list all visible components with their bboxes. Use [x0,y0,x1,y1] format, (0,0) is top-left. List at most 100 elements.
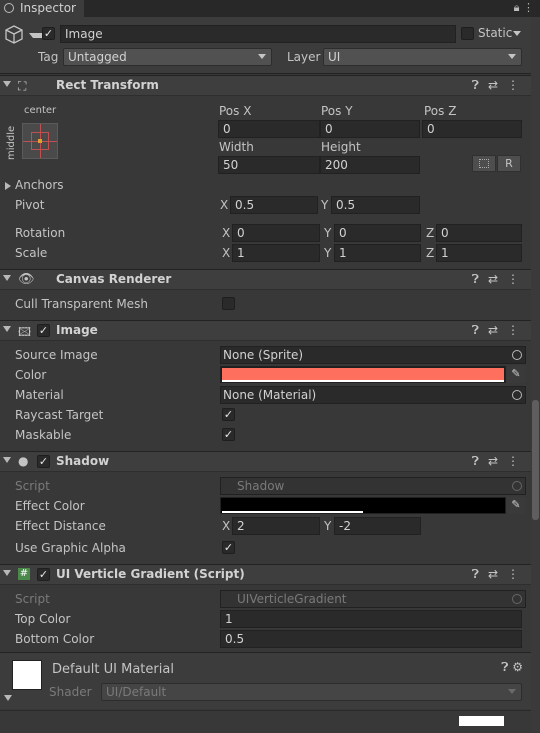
more-icon[interactable]: ⋮ [507,78,528,92]
effect-color-field[interactable] [220,497,506,514]
presets-icon[interactable]: ⇄ [488,78,507,92]
scale-y-label: Y [324,246,332,260]
settings-gear-icon[interactable]: ⚙ [512,660,523,674]
material-label: Material [15,388,64,402]
pos-y-field[interactable]: 0 [320,120,420,138]
presets-icon[interactable]: ⇄ [488,272,507,286]
image-header[interactable]: 🖾 ✓ Image ❓︎⇄⋮ [0,320,540,341]
rot-y-field[interactable]: 0 [334,224,421,242]
scrollbar-thumb[interactable] [532,400,539,520]
presets-icon[interactable]: ⇄ [488,454,507,468]
raw-edit-button[interactable]: R [497,155,521,172]
static-toggle[interactable] [461,27,474,40]
scale-y-field[interactable]: 1 [334,244,421,262]
pos-z-field[interactable]: 0 [422,120,522,138]
eyedropper-icon[interactable]: ✎ [507,366,525,383]
lock-icon[interactable]: 🔒︎ [514,1,520,14]
component-title: Image [56,323,98,337]
bottom-color-field[interactable]: 0.5 [220,630,522,648]
pos-x-field[interactable]: 0 [218,120,320,138]
object-picker-icon[interactable] [512,390,522,400]
help-icon[interactable]: ❓︎ [472,272,488,286]
object-picker-icon[interactable] [512,350,522,360]
help-icon[interactable]: ❓︎ [472,567,488,581]
scale-z-label: Z [426,246,435,260]
component-actions: ❓︎⇄⋮ [472,567,528,582]
help-icon[interactable]: ❓︎ [472,78,488,92]
foldout-icon[interactable] [3,570,11,576]
material-field[interactable]: None (Material) [220,386,526,404]
tag-dropdown[interactable]: Untagged [63,48,272,66]
tag-label: Tag [38,50,59,64]
active-toggle[interactable]: ✓ [42,27,55,40]
static-dropdown-icon[interactable] [513,31,521,36]
color-label: Color [15,368,47,382]
foldout-icon[interactable] [3,81,11,87]
scale-x-label: X [222,246,231,260]
maskable-checkbox[interactable]: ✓ [222,428,235,441]
use-alpha-label: Use Graphic Alpha [15,541,126,555]
pivot-x-field[interactable]: 0.5 [230,196,318,214]
rot-x-field[interactable]: 0 [232,224,320,242]
shadow-script-field: Shadow [220,477,526,495]
scale-z-field[interactable]: 1 [436,244,522,262]
top-color-field[interactable]: 1 [220,610,522,628]
use-alpha-checkbox[interactable]: ✓ [222,541,235,554]
more-icon[interactable]: ⋮ [507,323,528,337]
anchors-label[interactable]: Anchors [15,178,64,192]
more-menu-icon[interactable]: ⋮ [523,1,534,14]
gradient-script-field: UIVerticleGradient [220,590,526,608]
component-title: Rect Transform [56,78,159,92]
help-icon[interactable]: ❓︎ [472,323,488,337]
tab-inspector[interactable]: Inspector [0,0,84,17]
canvas-renderer-header[interactable]: 👁︎ Canvas Renderer ❓︎⇄⋮ [0,269,540,290]
more-icon[interactable]: ⋮ [507,454,528,468]
presets-icon[interactable]: ⇄ [488,323,507,337]
scale-x-field[interactable]: 1 [232,244,320,262]
foldout-icon[interactable] [3,326,11,332]
more-icon[interactable]: ⋮ [507,567,528,581]
image-enabled-toggle[interactable]: ✓ [37,324,50,337]
rot-z-field[interactable]: 0 [436,224,522,242]
anchor-presets-button[interactable] [22,123,58,159]
foldout-icon[interactable] [3,275,11,281]
dist-y-field[interactable]: -2 [334,517,421,535]
presets-icon[interactable]: ⇄ [488,567,507,581]
color-field[interactable] [220,366,506,383]
tab-actions: 🔒︎ ⋮ [514,1,534,15]
effect-distance-label: Effect Distance [15,519,106,533]
scrollbar-track[interactable] [531,17,540,732]
shadow-enabled-toggle[interactable]: ✓ [37,455,50,468]
height-label: Height [321,140,361,154]
rot-y-label: Y [324,226,332,240]
anchors-foldout-icon[interactable] [5,182,11,190]
foldout-icon[interactable] [3,457,11,463]
gradient-script-label: Script [15,592,50,606]
gradient-header[interactable]: # ✓ UI Verticle Gradient (Script) ❓︎⇄⋮ [0,564,540,585]
static-label[interactable]: Static [478,26,512,40]
shadow-header[interactable]: ● ✓ Shadow ❓︎⇄⋮ [0,451,540,472]
info-icon [4,3,14,13]
help-icon[interactable]: ❓︎ [501,660,508,674]
layer-dropdown[interactable]: UI [323,48,522,66]
dist-x-field[interactable]: 2 [232,517,320,535]
cull-checkbox[interactable] [222,297,235,310]
component-title: Shadow [56,454,110,468]
source-image-field[interactable]: None (Sprite) [220,346,526,364]
help-icon[interactable]: ❓︎ [472,454,488,468]
eyedropper-icon[interactable]: ✎ [507,497,525,514]
height-field[interactable]: 200 [320,156,420,174]
material-name: Default UI Material [52,662,174,677]
rot-x-label: X [222,226,231,240]
material-foldout-icon[interactable] [4,695,12,701]
shader-dropdown: UI/Default [101,683,522,701]
pivot-y-field[interactable]: 0.5 [331,196,420,214]
raycast-checkbox[interactable]: ✓ [222,408,235,421]
more-icon[interactable]: ⋮ [507,272,528,286]
gradient-enabled-toggle[interactable]: ✓ [37,568,50,581]
width-field[interactable]: 50 [218,156,320,174]
rect-transform-header[interactable]: ⛶ Rect Transform ❓︎⇄⋮ [0,75,540,96]
blueprint-mode-button[interactable] [472,155,496,172]
script-hash-icon: # [18,568,30,580]
object-name-field[interactable]: Image [60,25,456,43]
